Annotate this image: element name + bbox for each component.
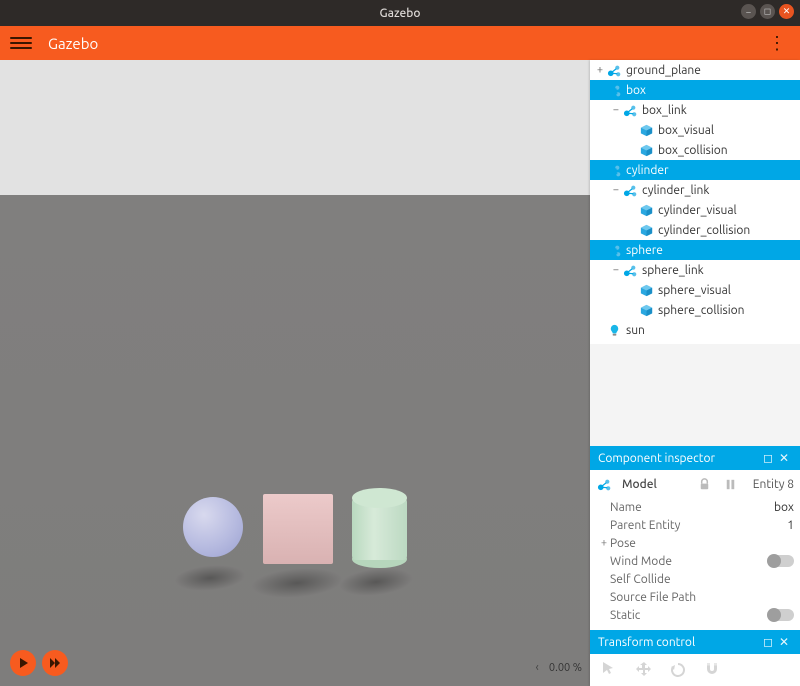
step-forward-button[interactable] <box>42 650 68 676</box>
tree-item-cylinder_collision[interactable]: cylinder_collision <box>590 220 800 240</box>
model-icon <box>606 242 622 258</box>
tree-item-label: box_collision <box>658 144 728 157</box>
play-button[interactable] <box>10 650 36 676</box>
overflow-menu-button[interactable]: ⋮ <box>764 33 790 54</box>
window-minimize-button[interactable]: – <box>741 4 756 19</box>
model-icon <box>622 102 638 118</box>
tree-item-sphere[interactable]: sphere <box>590 240 800 260</box>
tree-item-box_link[interactable]: − box_link <box>590 100 800 120</box>
tree-item-label: ground_plane <box>626 64 701 77</box>
model-icon <box>606 162 622 178</box>
inspector-title: Component inspector <box>598 452 760 465</box>
panel-spacer <box>590 344 800 446</box>
row-source-label: Source File Path <box>610 591 794 604</box>
wind-mode-toggle[interactable] <box>768 555 794 567</box>
inspector-header[interactable]: Component inspector ◻ ✕ <box>590 446 800 470</box>
tree-item-box[interactable]: box <box>590 80 800 100</box>
model-icon <box>622 262 638 278</box>
tree-item-label: sphere_collision <box>658 304 745 317</box>
tree-item-label: sphere <box>626 244 663 257</box>
cylinder-top <box>352 488 407 508</box>
row-static-label: Static <box>610 609 768 622</box>
window-title: Gazebo <box>380 7 421 20</box>
row-selfcollide-label: Self Collide <box>610 573 794 586</box>
tree-expand-button[interactable]: + <box>594 64 606 76</box>
tree-item-sphere_link[interactable]: − sphere_link <box>590 260 800 280</box>
snap-tool-button[interactable] <box>702 660 722 680</box>
tree-expand-button[interactable]: − <box>610 264 622 276</box>
tree-item-box_visual[interactable]: box_visual <box>590 120 800 140</box>
static-toggle[interactable] <box>768 609 794 621</box>
tree-item-ground_plane[interactable]: + ground_plane <box>590 60 800 80</box>
row-name-value: box <box>774 501 794 514</box>
inspector-entity-label: Entity 8 <box>753 478 794 491</box>
inspector-close-button[interactable]: ✕ <box>776 451 792 465</box>
status-progress: 0.00 % <box>549 662 582 674</box>
tree-item-label: cylinder_link <box>642 184 709 197</box>
tree-item-sphere_visual[interactable]: sphere_visual <box>590 280 800 300</box>
row-pose-label: Pose <box>610 537 794 550</box>
transform-close-button[interactable]: ✕ <box>776 635 792 649</box>
rotate-tool-button[interactable] <box>668 660 688 680</box>
app-toolbar: Gazebo ⋮ <box>0 26 800 60</box>
inspector-type-label: Model <box>622 478 657 491</box>
tree-item-label: box_link <box>642 104 687 117</box>
tree-expand-button[interactable]: − <box>610 184 622 196</box>
right-panels: +ground_planebox−box_linkbox_visualbox_c… <box>590 60 800 686</box>
model-icon <box>622 182 638 198</box>
row-parent-value: 1 <box>787 519 794 532</box>
tree-item-label: sun <box>626 324 645 337</box>
component-inspector: Model Entity 8 Namebox Parent Entity1 +P… <box>590 470 800 630</box>
cube-icon <box>638 282 654 298</box>
window-close-button[interactable]: ✕ <box>779 4 794 19</box>
row-name-label: Name <box>610 501 774 514</box>
transform-control-panel <box>590 654 800 686</box>
tree-item-label: cylinder_collision <box>658 224 750 237</box>
hamburger-menu-button[interactable] <box>10 32 32 54</box>
box-object[interactable] <box>263 494 333 564</box>
tree-expand-button[interactable]: − <box>610 104 622 116</box>
pose-expand-button[interactable]: + <box>598 537 610 549</box>
workspace: ‹ 0.00 % +ground_planebox−box_linkbox_vi… <box>0 60 800 686</box>
sphere-object[interactable] <box>183 497 243 557</box>
status-expand-button[interactable]: ‹ <box>536 661 539 674</box>
tree-item-label: box_visual <box>658 124 714 137</box>
light-icon <box>606 322 622 338</box>
tree-item-box_collision[interactable]: box_collision <box>590 140 800 160</box>
tree-item-label: sphere_visual <box>658 284 731 297</box>
inspector-dock-button[interactable]: ◻ <box>760 451 776 465</box>
row-parent-label: Parent Entity <box>610 519 787 532</box>
tree-item-cylinder[interactable]: cylinder <box>590 160 800 180</box>
tree-item-sphere_collision[interactable]: sphere_collision <box>590 300 800 320</box>
transform-dock-button[interactable]: ◻ <box>760 635 776 649</box>
cube-icon <box>638 122 654 138</box>
model-icon <box>596 476 612 492</box>
app-title: Gazebo <box>48 35 98 52</box>
window-titlebar: Gazebo – ◻ ✕ <box>0 0 800 26</box>
cube-icon <box>638 142 654 158</box>
model-icon <box>606 82 622 98</box>
pause-icon[interactable] <box>723 476 739 492</box>
tree-item-label: sphere_link <box>642 264 704 277</box>
scene-tree[interactable]: +ground_planebox−box_linkbox_visualbox_c… <box>590 60 800 344</box>
transform-title: Transform control <box>598 636 760 649</box>
status-bar: ‹ 0.00 % <box>536 661 582 674</box>
tree-item-label: cylinder <box>626 164 669 177</box>
tree-item-label: box <box>626 84 646 97</box>
lock-icon[interactable] <box>697 476 713 492</box>
playback-controls <box>10 650 68 676</box>
row-wind-label: Wind Mode <box>610 555 768 568</box>
select-tool-button[interactable] <box>600 660 620 680</box>
tree-item-label: cylinder_visual <box>658 204 737 217</box>
tree-item-sun[interactable]: sun <box>590 320 800 340</box>
tree-item-cylinder_link[interactable]: − cylinder_link <box>590 180 800 200</box>
transform-header[interactable]: Transform control ◻ ✕ <box>590 630 800 654</box>
model-icon <box>606 62 622 78</box>
window-maximize-button[interactable]: ◻ <box>760 4 775 19</box>
translate-tool-button[interactable] <box>634 660 654 680</box>
cube-icon <box>638 302 654 318</box>
tree-item-cylinder_visual[interactable]: cylinder_visual <box>590 200 800 220</box>
cube-icon <box>638 222 654 238</box>
cube-icon <box>638 202 654 218</box>
